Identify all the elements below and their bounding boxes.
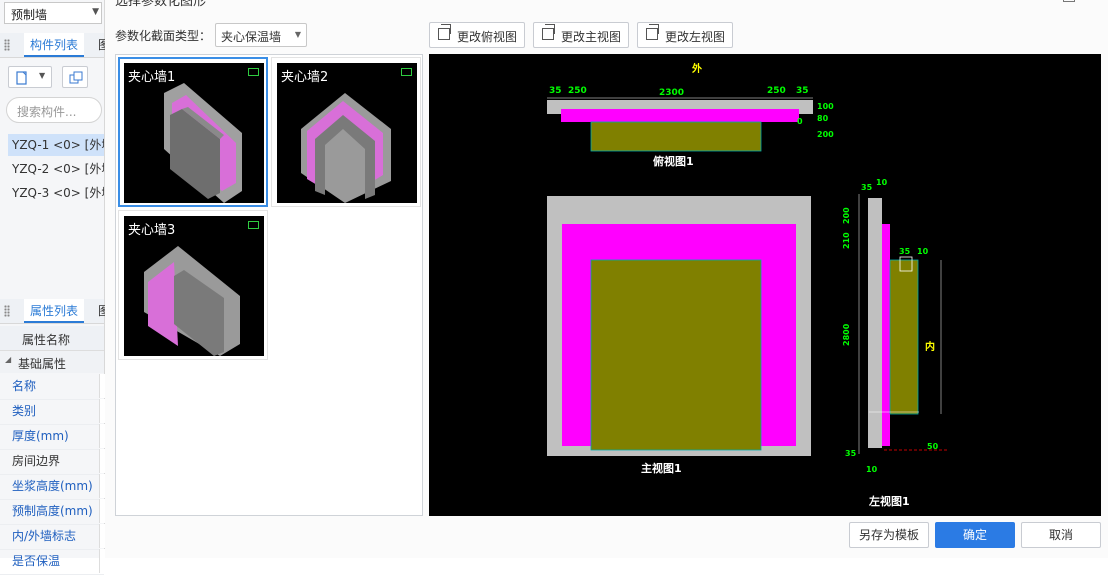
chevron-down-icon: ▼ [92,7,99,17]
cad-drawing: 外 35 250 2300 250 35 100 80 0 200 俯视图1 主… [547,62,949,508]
property-row-thickness[interactable]: 厚度(mm) [0,424,105,450]
drag-handle-icon[interactable] [4,305,10,317]
dim-label: 35 [796,86,809,96]
drag-handle-icon[interactable] [4,39,10,51]
dim-label: 250 [568,86,587,96]
change-top-view-button[interactable]: 更改俯视图 [429,22,525,48]
dim-label: 35 [549,86,562,96]
dim-label: 35 [861,183,873,192]
dim-label: 200 [817,130,834,139]
thumbnail-sandwich-wall-3[interactable]: 夹心墙3 [118,210,268,360]
thumbnail-sandwich-wall-1[interactable]: 夹心墙1 [118,57,268,207]
shape-gallery: 夹心墙1 夹心墙2 夹心墙3 [115,54,423,516]
new-file-icon [16,71,27,85]
list-item[interactable]: YZQ-3 <0> [外墙 [8,182,104,204]
close-icon[interactable]: ✕ [1089,0,1101,4]
monitor-icon [248,68,259,76]
inner-label: 内 [925,340,935,353]
component-tabbar: 构件列表 图 [0,33,110,58]
property-row-inner-outer[interactable]: 内/外墙标志 [0,524,105,550]
list-item[interactable]: YZQ-1 <0> [外墙 [8,134,104,156]
cube-icon [542,24,555,40]
copy-component-button[interactable] [62,66,88,88]
ok-button[interactable]: 确定 [935,522,1015,548]
dim-label: 35 [899,247,911,256]
dim-label: 0 [797,117,803,126]
monitor-icon [248,221,259,229]
dim-label: 50 [927,442,939,451]
tab-component-list[interactable]: 构件列表 [24,33,85,57]
dim-label: 2300 [659,88,684,98]
outer-label: 外 [691,62,702,75]
dim-label: 10 [876,178,888,187]
triangle-down-icon: ◢ [5,355,12,364]
dialog-title: 选择参数化图形 [115,0,207,9]
property-tabbar: 属性列表 图 [0,299,110,324]
dim-label: 100 [817,102,834,111]
cancel-button[interactable]: 取消 [1021,522,1101,548]
dim-label: 10 [917,247,929,256]
section-type-label: 参数化截面类型： [115,29,212,43]
section-type-select[interactable]: 夹心保温墙 ▼ [215,23,307,47]
dim-label: 10 [866,465,878,474]
select-parametric-shape-dialog: 选择参数化图形 ✕ 参数化截面类型： 夹心保温墙 ▼ 更改俯视图 更改主视图 更… [105,0,1108,558]
cube-icon [438,24,451,40]
dim-label: 250 [767,86,786,96]
copy-icon [69,71,83,84]
left-view-title: 左视图1 [868,494,910,508]
dim-label: 80 [817,114,829,123]
component-search-input[interactable]: 搜索构件... [6,97,102,123]
property-header: 属性名称 [0,326,104,351]
maximize-icon[interactable] [1063,0,1075,2]
cube-icon [646,24,659,40]
change-left-view-button[interactable]: 更改左视图 [637,22,733,48]
property-row-grout-height[interactable]: 坐浆高度(mm) [0,474,105,500]
left-panel: 预制墙 ▼ 构件列表 图 ▼ 搜索构件... YZQ-1 <0> [外墙 YZQ… [0,0,110,575]
dim-label: 2800 [842,323,851,346]
save-as-template-button[interactable]: 另存为模板 [849,522,929,548]
chevron-down-icon: ▼ [39,71,46,80]
dim-label: 210 [842,232,851,249]
dim-label: 35 [845,449,857,458]
property-row-category[interactable]: 类别 [0,399,105,425]
thumbnail-sandwich-wall-2[interactable]: 夹心墙2 [271,57,421,207]
new-component-button[interactable]: ▼ [8,66,52,88]
chevron-down-icon: ▼ [294,30,301,39]
property-group-basic[interactable]: ◢ 基础属性 [0,351,104,373]
cad-preview-canvas: 外 35 250 2300 250 35 100 80 0 200 俯视图1 主… [429,54,1101,516]
property-row-precast-height[interactable]: 预制高度(mm) [0,499,105,525]
wall-type-select[interactable]: 预制墙 ▼ [4,2,102,24]
change-front-view-button[interactable]: 更改主视图 [533,22,629,48]
dim-label: 200 [842,207,851,224]
tab-property-list[interactable]: 属性列表 [24,299,85,323]
list-item[interactable]: YZQ-2 <0> [外墙 [8,158,104,180]
property-row-insulation[interactable]: 是否保温 [0,549,105,575]
front-view-title: 主视图1 [641,461,682,475]
monitor-icon [401,68,412,76]
property-row-name[interactable]: 名称 [0,374,105,400]
property-row-room-boundary[interactable]: 房间边界 [0,449,105,475]
top-view-title: 俯视图1 [653,154,694,168]
